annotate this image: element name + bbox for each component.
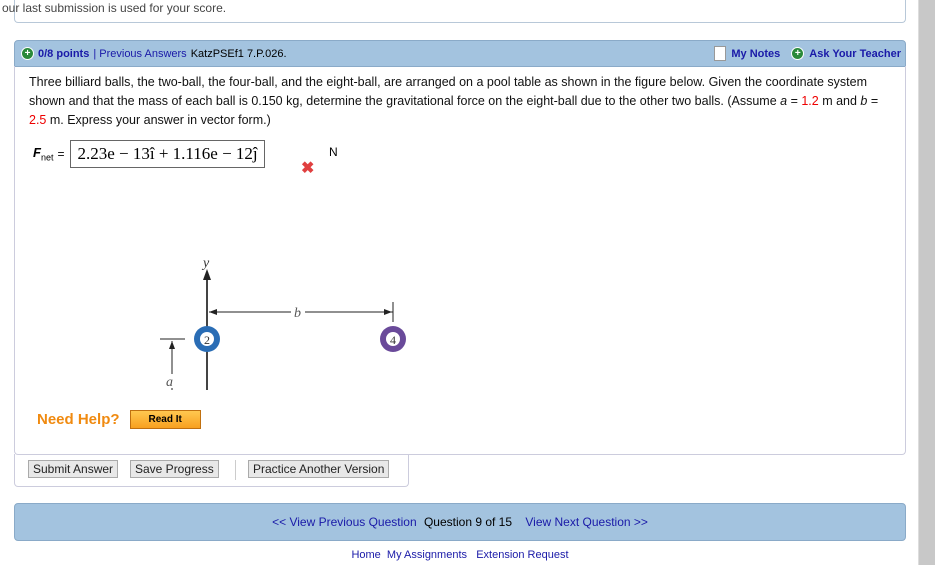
my-assignments-link[interactable]: My Assignments <box>387 549 467 561</box>
unit-label: N <box>329 145 338 159</box>
ask-teacher-link[interactable]: Ask Your Teacher <box>809 48 901 60</box>
help-row: Need Help? Read It <box>37 410 201 429</box>
billiard-figure: y x b a 2 4 8 <box>160 256 406 390</box>
divider <box>235 460 236 480</box>
answer-input[interactable]: 2.23e − 13î + 1.116e − 12ĵ <box>70 140 265 168</box>
question-nav: << View Previous Question Question 9 of … <box>14 503 906 541</box>
footer: Home My Assignments Extension Request <box>0 549 920 561</box>
save-progress-button[interactable]: Save Progress <box>130 460 219 478</box>
b-label: b <box>294 306 301 321</box>
question-code: KatzPSEf1 7.P.026. <box>190 47 287 60</box>
incorrect-icon: ✖ <box>301 160 315 177</box>
read-it-button[interactable]: Read It <box>129 410 201 429</box>
submit-answer-button[interactable]: Submit Answer <box>28 460 119 478</box>
svg-text:2: 2 <box>204 333 210 347</box>
previous-answers-link[interactable]: | Previous Answers <box>93 48 186 60</box>
scrollbar[interactable] <box>918 0 935 565</box>
question-body: Three billiard balls, the two-ball, the … <box>14 66 906 455</box>
points: 0/8 points <box>38 47 90 60</box>
practice-another-button[interactable]: Practice Another Version <box>248 460 390 478</box>
need-help-label: Need Help? <box>37 411 120 428</box>
question-header: + 0/8 points | Previous Answers KatzPSEf… <box>14 40 906 67</box>
home-link[interactable]: Home <box>351 549 380 561</box>
equals: = <box>57 147 65 161</box>
problem-text: Three billiard balls, the two-ball, the … <box>29 75 879 127</box>
ball-2: 2 <box>194 326 220 352</box>
my-notes-link[interactable]: My Notes <box>731 48 780 60</box>
y-label: y <box>201 256 210 271</box>
answer-label: F <box>33 145 41 161</box>
score-notice: our last submission is used for your sco… <box>2 1 227 15</box>
next-question-link[interactable]: View Next Question >> <box>525 515 648 529</box>
answer-row: Fnet = 2.23e − 13î + 1.116e − 12ĵ <box>33 140 265 168</box>
svg-text:4: 4 <box>390 333 396 347</box>
expand-icon[interactable]: + <box>21 47 34 60</box>
button-row: Submit Answer Save Progress Practice Ano… <box>14 454 409 487</box>
ball-4: 4 <box>380 326 406 352</box>
plus-icon: + <box>791 47 805 60</box>
a-label: a <box>166 375 173 390</box>
notes-icon <box>714 46 727 61</box>
question-status: Question 9 of 15 <box>423 515 513 529</box>
prev-question-link[interactable]: << View Previous Question <box>272 515 417 529</box>
extension-request-link[interactable]: Extension Request <box>476 549 568 561</box>
